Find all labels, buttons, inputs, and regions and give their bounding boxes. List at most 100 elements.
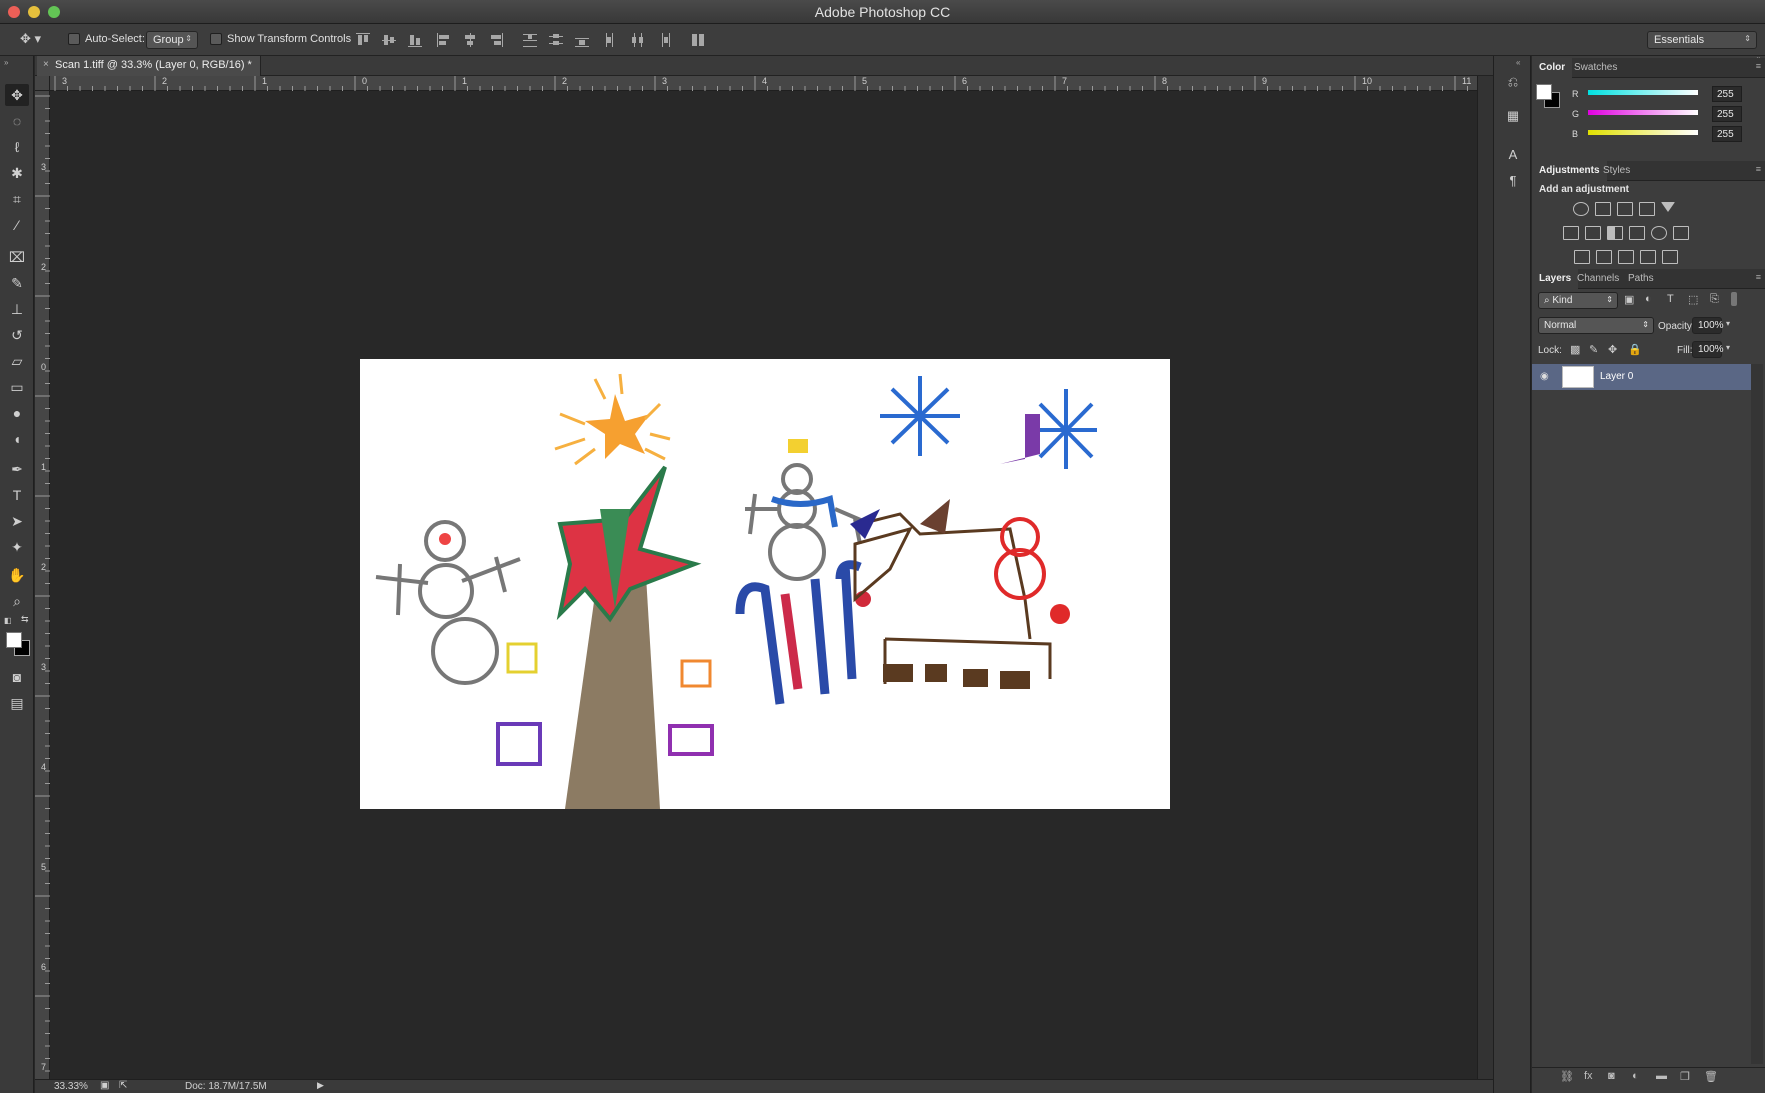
lock-move-icon[interactable]: ✥ bbox=[1608, 343, 1617, 356]
align-hcenter-icon[interactable] bbox=[462, 32, 478, 48]
gradient-tool-icon[interactable]: ▭ bbox=[5, 376, 29, 398]
link-layers-icon[interactable]: ⛓ bbox=[1560, 1070, 1574, 1083]
fill-input[interactable]: 100% bbox=[1692, 341, 1724, 358]
color-balance-icon[interactable] bbox=[1585, 226, 1601, 240]
delete-layer-icon[interactable]: 🗑 bbox=[1704, 1070, 1718, 1083]
gradient-map-icon[interactable] bbox=[1662, 250, 1678, 264]
curves-icon[interactable] bbox=[1617, 202, 1633, 216]
path-selection-tool-icon[interactable]: ➤ bbox=[5, 510, 29, 532]
tab-paths[interactable]: Paths bbox=[1621, 269, 1661, 289]
channel-value-input[interactable]: 255 bbox=[1712, 126, 1742, 142]
character-panel-icon[interactable]: A bbox=[1503, 144, 1523, 164]
horizontal-ruler[interactable]: 3 2 1 0 1 2 3 4 5 6 7 8 9 10 11 bbox=[50, 76, 1477, 91]
status-camera-icon[interactable]: ▣ bbox=[100, 1080, 109, 1091]
panel-menu-icon[interactable]: ≡ bbox=[1756, 272, 1761, 282]
foreground-color-swatch[interactable] bbox=[6, 632, 22, 648]
type-tool-icon[interactable]: T bbox=[5, 484, 29, 506]
align-vcenter-icon[interactable] bbox=[381, 32, 397, 48]
color-fg-swatch[interactable] bbox=[1536, 84, 1552, 100]
pen-tool-icon[interactable]: ✒ bbox=[5, 458, 29, 480]
document-tab[interactable]: × Scan 1.tiff @ 33.3% (Layer 0, RGB/16) … bbox=[37, 56, 261, 76]
history-panel-icon[interactable]: ⎌ bbox=[1503, 72, 1523, 92]
close-tab-icon[interactable]: × bbox=[43, 59, 49, 70]
black-white-icon[interactable] bbox=[1607, 226, 1623, 240]
align-top-icon[interactable] bbox=[355, 32, 371, 48]
distribute-top-icon[interactable] bbox=[522, 32, 538, 48]
shape-tool-icon[interactable]: ✦ bbox=[5, 536, 29, 558]
properties-panel-icon[interactable]: ▦ bbox=[1503, 106, 1523, 126]
vibrance-icon[interactable] bbox=[1661, 202, 1675, 212]
color-slider-b[interactable]: B 255 bbox=[1572, 126, 1762, 146]
panel-menu-icon[interactable]: ≡ bbox=[1756, 164, 1761, 174]
auto-align-icon[interactable] bbox=[690, 32, 706, 48]
vertical-scrollbar[interactable] bbox=[1477, 76, 1493, 1079]
fill-chevron-icon[interactable]: ▾ bbox=[1726, 343, 1730, 352]
healing-brush-tool-icon[interactable]: ⌧ bbox=[5, 246, 29, 268]
channel-value-input[interactable]: 255 bbox=[1712, 86, 1742, 102]
align-left-icon[interactable] bbox=[436, 32, 452, 48]
vertical-ruler[interactable]: 3 2 1 0 1 2 3 4 5 6 7 bbox=[35, 91, 50, 1079]
distribute-hcenter-icon[interactable] bbox=[630, 32, 646, 48]
distribute-right-icon[interactable] bbox=[656, 32, 672, 48]
brush-tool-icon[interactable]: ✎ bbox=[5, 272, 29, 294]
new-adjustment-icon[interactable]: ◐ bbox=[1632, 1070, 1639, 1082]
marquee-tool-icon[interactable]: ◌ bbox=[5, 110, 29, 132]
status-menu-arrow-icon[interactable]: ▶ bbox=[317, 1080, 324, 1091]
layer-style-icon[interactable]: fx bbox=[1584, 1070, 1593, 1082]
distribute-bottom-icon[interactable] bbox=[574, 32, 590, 48]
auto-select-checkbox[interactable] bbox=[68, 33, 80, 45]
new-layer-icon[interactable]: ❐ bbox=[1680, 1070, 1690, 1083]
filter-pixel-icon[interactable]: ▣ bbox=[1624, 293, 1634, 306]
layer-filter-dropdown[interactable]: ⌕ Kind ⇕ bbox=[1538, 292, 1618, 309]
slider-track[interactable] bbox=[1588, 90, 1698, 95]
paragraph-panel-icon[interactable]: ¶ bbox=[1503, 170, 1523, 190]
quick-mask-icon[interactable]: ◙ bbox=[5, 666, 29, 688]
collapse-panel-icon[interactable]: » bbox=[4, 58, 8, 67]
distribute-left-icon[interactable] bbox=[604, 32, 620, 48]
document-image[interactable] bbox=[360, 359, 1170, 809]
default-colors-icon[interactable]: ◧ bbox=[4, 616, 12, 625]
new-group-icon[interactable]: ▬ bbox=[1656, 1070, 1667, 1082]
color-slider-r[interactable]: R 255 bbox=[1572, 86, 1762, 106]
layer-name[interactable]: Layer 0 bbox=[1600, 371, 1633, 382]
slider-track[interactable] bbox=[1588, 130, 1698, 135]
filter-toggle-icon[interactable] bbox=[1731, 292, 1737, 306]
blend-mode-dropdown[interactable]: Normal ⇕ bbox=[1538, 317, 1654, 334]
blur-tool-icon[interactable]: ● bbox=[5, 402, 29, 424]
lock-all-icon[interactable]: 🔒 bbox=[1628, 343, 1642, 356]
tab-styles[interactable]: Styles bbox=[1596, 161, 1637, 181]
history-brush-tool-icon[interactable]: ↺ bbox=[5, 324, 29, 346]
swap-colors-icon[interactable]: ⇆ bbox=[21, 614, 29, 625]
channel-value-input[interactable]: 255 bbox=[1712, 106, 1742, 122]
hand-tool-icon[interactable]: ✋ bbox=[5, 564, 29, 586]
eraser-tool-icon[interactable]: ▱ bbox=[5, 350, 29, 372]
ruler-origin[interactable] bbox=[35, 76, 50, 91]
lock-transparent-icon[interactable]: ▩ bbox=[1570, 343, 1580, 356]
tab-channels[interactable]: Channels bbox=[1570, 269, 1626, 289]
show-transform-checkbox[interactable] bbox=[210, 33, 222, 45]
crop-tool-icon[interactable]: ⌗ bbox=[5, 188, 29, 210]
layers-scrollbar[interactable] bbox=[1751, 364, 1763, 1064]
status-share-icon[interactable]: ⇱ bbox=[119, 1080, 127, 1091]
filter-type-icon[interactable]: T bbox=[1667, 293, 1674, 305]
align-right-icon[interactable] bbox=[488, 32, 504, 48]
color-lookup-icon[interactable] bbox=[1673, 226, 1689, 240]
slider-track[interactable] bbox=[1588, 110, 1698, 115]
opacity-input[interactable]: 100% bbox=[1692, 317, 1724, 334]
invert-icon[interactable] bbox=[1574, 250, 1590, 264]
workspace-switcher[interactable]: Essentials ⇕ bbox=[1647, 31, 1757, 49]
dodge-tool-icon[interactable]: ◖ bbox=[5, 428, 29, 450]
posterize-icon[interactable] bbox=[1596, 250, 1612, 264]
auto-select-dropdown[interactable]: Group ⇕ bbox=[146, 31, 198, 49]
filter-smart-object-icon[interactable]: ⎘ bbox=[1710, 293, 1719, 306]
zoom-tool-icon[interactable]: ⌕ bbox=[5, 590, 29, 612]
collapse-dock-icon[interactable]: « bbox=[1516, 58, 1520, 67]
add-mask-icon[interactable]: ◙ bbox=[1608, 1070, 1615, 1082]
hue-saturation-icon[interactable] bbox=[1563, 226, 1579, 240]
move-tool-icon[interactable]: ✥ bbox=[5, 84, 29, 106]
opacity-chevron-icon[interactable]: ▾ bbox=[1726, 319, 1730, 328]
threshold-icon[interactable] bbox=[1618, 250, 1634, 264]
photo-filter-icon[interactable] bbox=[1629, 226, 1645, 240]
filter-shape-icon[interactable]: ⬚ bbox=[1688, 293, 1698, 306]
zoom-level[interactable]: 33.33% bbox=[54, 1081, 88, 1092]
